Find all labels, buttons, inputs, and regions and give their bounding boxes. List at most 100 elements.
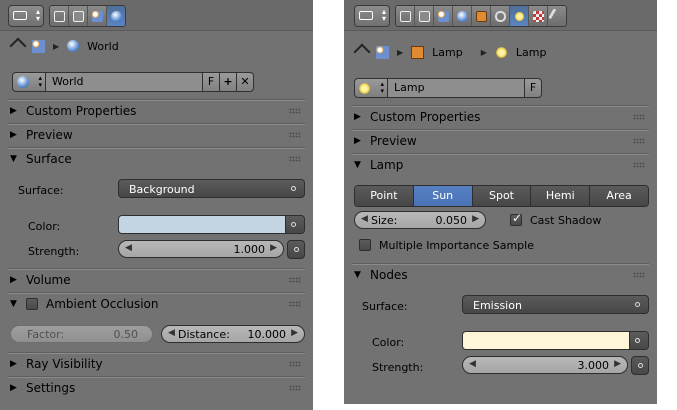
lamp-type-hemi-button[interactable]: Hemi <box>531 186 591 206</box>
collapsed-triangle-icon: ▶ <box>354 112 361 122</box>
ao-distance-field[interactable]: ◀ Distance: 10.000 ▶ <box>161 325 305 343</box>
render-layers-tab[interactable] <box>69 6 88 26</box>
constraints-tab[interactable] <box>491 6 510 26</box>
world-browse-button[interactable]: ▴ ▾ <box>12 72 46 92</box>
strength-socket-button[interactable] <box>287 240 305 259</box>
nodes-strength-field[interactable]: ◀ 3.000 ▶ <box>462 356 628 374</box>
ao-factor-field[interactable]: Factor: 0.50 <box>10 325 153 343</box>
surface-shader-menu[interactable]: Background <box>118 179 305 198</box>
drag-grip-icon[interactable] <box>289 156 301 162</box>
decrement-arrow-icon[interactable]: ◀ <box>361 214 368 224</box>
decrement-arrow-icon[interactable]: ◀ <box>125 243 132 253</box>
lamp-type-area-button[interactable]: Area <box>590 186 648 206</box>
strength-label: Strength: <box>28 245 80 258</box>
increment-arrow-icon[interactable]: ▶ <box>614 359 621 369</box>
drag-grip-icon[interactable] <box>633 138 645 144</box>
breadcrumb-item-object[interactable]: Lamp <box>432 46 463 59</box>
strength-field[interactable]: ◀ 1.000 ▶ <box>118 240 284 258</box>
section-ray-visibility[interactable]: ▶ Ray Visibility <box>8 353 305 376</box>
section-nodes[interactable]: ▼ Nodes <box>352 264 649 287</box>
cast-shadow-checkbox[interactable]: ✓ <box>510 211 522 226</box>
collapsed-triangle-icon: ▶ <box>10 106 17 116</box>
add-world-button[interactable]: + <box>220 72 237 92</box>
editor-type-button[interactable]: ▴ ▾ <box>8 5 44 27</box>
surface-label: Surface: <box>18 184 64 197</box>
expanded-triangle-icon: ▼ <box>10 299 17 309</box>
fake-user-button[interactable]: F <box>203 72 220 92</box>
breadcrumb: ▶ Lamp ▶ Lamp <box>353 43 547 61</box>
drag-grip-icon[interactable] <box>289 108 301 114</box>
scene-tab[interactable] <box>434 6 453 26</box>
world-color-field[interactable] <box>118 215 305 234</box>
nodes-surface-shader-menu[interactable]: Emission <box>462 295 649 314</box>
world-name-field[interactable]: World <box>46 72 203 92</box>
section-custom-properties[interactable]: ▶ Custom Properties <box>8 100 305 123</box>
section-volume[interactable]: ▶ Volume <box>8 269 305 292</box>
section-custom-properties[interactable]: ▶ Custom Properties <box>352 106 649 129</box>
lamp-color-field[interactable] <box>462 331 649 350</box>
nodes-strength-label: Strength: <box>372 361 424 374</box>
link-socket-icon <box>294 247 299 252</box>
unlink-world-button[interactable]: ✕ <box>237 72 254 92</box>
close-icon: ✕ <box>240 75 250 88</box>
properties-header: ▴ ▾ <box>0 0 313 31</box>
world-tab[interactable] <box>453 6 472 26</box>
drag-grip-icon[interactable] <box>289 132 301 138</box>
factor-label: Factor: <box>27 328 65 341</box>
lamp-datablock-selector: ▴ ▾ Lamp F <box>354 78 542 98</box>
section-lamp[interactable]: ▼ Lamp <box>352 154 649 177</box>
editor-type-button[interactable]: ▴ ▾ <box>354 5 390 27</box>
fake-user-button[interactable]: F <box>525 78 542 98</box>
color-swatch[interactable] <box>119 216 286 233</box>
lamp-size-field[interactable]: ◀ Size: 0.050 ▶ <box>354 211 486 229</box>
breadcrumb-item[interactable]: World <box>87 40 119 53</box>
lamp-browse-button[interactable]: ▴ ▾ <box>354 78 388 98</box>
color-swatch[interactable] <box>463 332 630 349</box>
section-ambient-occlusion[interactable]: ▼ Ambient Occlusion <box>8 293 305 316</box>
section-preview[interactable]: ▶ Preview <box>8 124 305 147</box>
expanded-triangle-icon: ▼ <box>354 270 361 280</box>
render-layers-tab[interactable] <box>415 6 434 26</box>
pin-icon[interactable] <box>353 43 371 61</box>
increment-arrow-icon[interactable]: ▶ <box>472 214 479 224</box>
lamp-type-point-button[interactable]: Point <box>355 186 414 206</box>
object-cube-icon <box>411 45 425 59</box>
mis-checkbox[interactable] <box>359 239 371 251</box>
drag-grip-icon[interactable] <box>633 114 645 120</box>
lamp-type-sun-button[interactable]: Sun <box>413 186 473 206</box>
increment-arrow-icon[interactable]: ▶ <box>291 328 298 338</box>
drag-grip-icon[interactable] <box>289 385 301 391</box>
physics-tab[interactable] <box>548 6 566 26</box>
render-tab[interactable] <box>50 6 69 26</box>
lamp-name-field[interactable]: Lamp <box>388 78 525 98</box>
world-tab[interactable] <box>107 6 125 26</box>
decrement-arrow-icon[interactable]: ◀ <box>168 328 175 338</box>
lamp-data-tab[interactable] <box>510 6 529 26</box>
section-title: Ray Visibility <box>26 357 103 371</box>
object-tab[interactable] <box>472 6 491 26</box>
decrement-arrow-icon[interactable]: ◀ <box>469 359 476 369</box>
increment-arrow-icon[interactable]: ▶ <box>270 243 277 253</box>
render-tab[interactable] <box>396 6 415 26</box>
texture-tab[interactable] <box>529 6 548 26</box>
section-preview[interactable]: ▶ Preview <box>352 130 649 153</box>
drag-grip-icon[interactable] <box>633 162 645 168</box>
scene-tab[interactable] <box>88 6 107 26</box>
pin-icon[interactable] <box>9 37 27 55</box>
scene-icon <box>437 10 449 22</box>
strength-socket-button[interactable] <box>631 356 649 375</box>
distance-value: 10.000 <box>247 328 287 341</box>
drag-grip-icon[interactable] <box>633 272 645 278</box>
color-label: Color: <box>28 220 61 233</box>
sun-lamp-icon <box>494 45 508 59</box>
section-title: Preview <box>26 128 73 142</box>
drag-grip-icon[interactable] <box>289 277 301 283</box>
drag-grip-icon[interactable] <box>289 361 301 367</box>
section-surface[interactable]: ▼ Surface <box>8 148 305 171</box>
lamp-type-spot-button[interactable]: Spot <box>472 186 532 206</box>
nodes-surface-label: Surface: <box>362 300 408 313</box>
ambient-occlusion-checkbox[interactable] <box>26 298 38 310</box>
breadcrumb-item-lamp[interactable]: Lamp <box>516 46 547 59</box>
drag-grip-icon[interactable] <box>289 301 301 307</box>
section-settings[interactable]: ▶ Settings <box>8 377 305 400</box>
